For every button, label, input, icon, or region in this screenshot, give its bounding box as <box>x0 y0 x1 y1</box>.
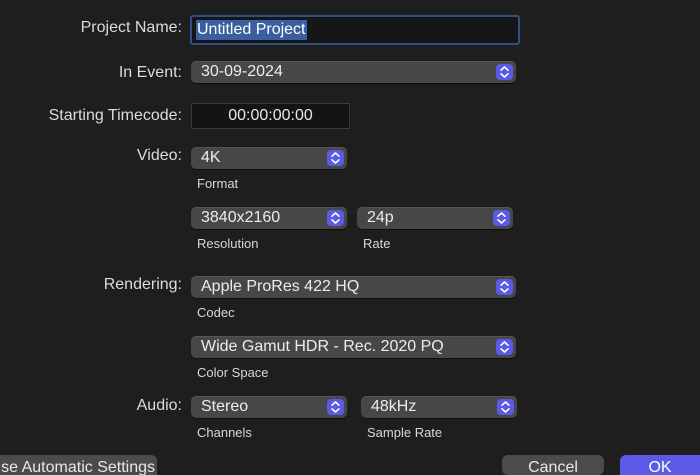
rate-sublabel: Rate <box>363 236 391 251</box>
starting-timecode-label: Starting Timecode: <box>48 107 182 124</box>
format-sublabel: Format <box>197 176 239 191</box>
rate-popup[interactable]: 24p <box>357 207 513 229</box>
channels-chevron-icon <box>327 399 344 415</box>
in-event-label: In Event: <box>118 64 182 81</box>
resolution-sublabel: Resolution <box>197 236 259 251</box>
rendering-label: Rendering: <box>103 276 182 293</box>
sample-rate-sublabel: Sample Rate <box>367 425 443 440</box>
codec-value: Apple ProRes 422 HQ <box>201 278 360 295</box>
codec-popup[interactable]: Apple ProRes 422 HQ <box>191 276 516 298</box>
color-space-chevron-icon <box>496 339 513 355</box>
resolution-value: 3840x2160 <box>201 209 281 226</box>
resolution-chevron-icon <box>327 210 344 226</box>
event-value: 30-09-2024 <box>201 63 283 80</box>
resolution-popup[interactable]: 3840x2160 <box>191 207 347 229</box>
color-space-sublabel: Color Space <box>197 365 269 380</box>
channels-popup[interactable]: Stereo <box>191 396 347 418</box>
event-chevron-icon <box>496 64 513 80</box>
video-format-popup[interactable]: 4K <box>191 147 347 169</box>
ok-button[interactable]: OK <box>620 455 700 475</box>
event-popup[interactable]: 30-09-2024 <box>191 61 516 83</box>
codec-sublabel: Codec <box>197 305 235 320</box>
timecode-field[interactable]: 00:00:00:00 <box>191 103 350 129</box>
audio-label: Audio: <box>136 397 182 414</box>
video-label: Video: <box>136 147 182 164</box>
sample-rate-chevron-icon <box>497 399 514 415</box>
channels-sublabel: Channels <box>197 425 252 440</box>
sample-rate-value: 48kHz <box>371 398 417 415</box>
channels-value: Stereo <box>201 398 249 415</box>
rate-chevron-icon <box>493 210 510 226</box>
cancel-button[interactable]: Cancel <box>502 455 604 475</box>
sample-rate-popup[interactable]: 48kHz <box>361 396 517 418</box>
use-automatic-settings-button[interactable]: se Automatic Settings <box>0 455 157 475</box>
rate-value: 24p <box>367 209 394 226</box>
project-name-field[interactable]: Untitled Project <box>190 15 520 45</box>
video-format-value: 4K <box>201 149 221 166</box>
color-space-popup[interactable]: Wide Gamut HDR - Rec. 2020 PQ <box>191 336 516 358</box>
project-name-label: Project Name: <box>80 19 182 36</box>
codec-chevron-icon <box>496 279 513 295</box>
color-space-value: Wide Gamut HDR - Rec. 2020 PQ <box>201 338 444 355</box>
project-name-value: Untitled Project <box>196 20 307 40</box>
video-format-chevron-icon <box>327 150 344 166</box>
